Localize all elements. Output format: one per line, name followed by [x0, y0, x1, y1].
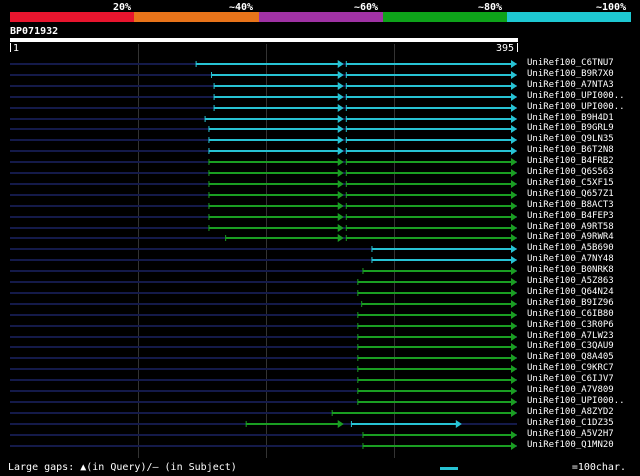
hit-label[interactable]: UniRef100_A8ZYD2 — [527, 407, 639, 417]
hit-segment[interactable] — [350, 420, 462, 428]
hit-label[interactable]: UniRef100_A5B690 — [527, 243, 639, 253]
hit-segment[interactable] — [195, 60, 344, 68]
hit-label[interactable]: UniRef100_Q657Z1 — [527, 189, 639, 199]
hit-label[interactable]: UniRef100_UPI000.. — [527, 396, 639, 406]
hit-segment[interactable] — [208, 180, 344, 188]
hit-segment[interactable] — [208, 136, 344, 144]
gap-legend: Large gaps: ▲(in Query)/– (in Subject) — [8, 462, 237, 473]
hit-segment[interactable] — [345, 224, 517, 232]
hit-segment[interactable] — [345, 93, 517, 101]
hit-segment[interactable] — [211, 71, 344, 79]
hit-label[interactable]: UniRef100_C6TNU7 — [527, 58, 639, 68]
hit-segment[interactable] — [208, 125, 344, 133]
hit-label[interactable]: UniRef100_B4FRB2 — [527, 156, 639, 166]
hit-segment[interactable] — [208, 202, 344, 210]
hit-label[interactable]: UniRef100_A7NY48 — [527, 254, 639, 264]
hit-label[interactable]: UniRef100_C1DZ35 — [527, 418, 639, 428]
scale-legend-line — [440, 467, 458, 470]
hit-segment[interactable] — [357, 278, 517, 286]
hit-segment[interactable] — [345, 158, 517, 166]
hit-label[interactable]: UniRef100_A9RT58 — [527, 222, 639, 232]
hit-label[interactable]: UniRef100_C5XF15 — [527, 178, 639, 188]
hit-label[interactable]: UniRef100_A9RWR4 — [527, 232, 639, 242]
hit-label[interactable]: UniRef100_A7NTA3 — [527, 80, 639, 90]
hit-segment[interactable] — [357, 354, 517, 362]
hit-label[interactable]: UniRef100_A5V2H7 — [527, 429, 639, 439]
hit-label[interactable]: UniRef100_B9IZ96 — [527, 298, 639, 308]
hit-segment[interactable] — [345, 71, 517, 79]
hit-segment[interactable] — [345, 136, 517, 144]
hit-segment[interactable] — [213, 104, 344, 112]
hit-label[interactable]: UniRef100_B0NRK8 — [527, 265, 639, 275]
hit-segment[interactable] — [208, 147, 344, 155]
hit-label[interactable]: UniRef100_Q8A405 — [527, 352, 639, 362]
hit-segment[interactable] — [345, 202, 517, 210]
hit-segment[interactable] — [345, 82, 517, 90]
hit-label[interactable]: UniRef100_B8ACT3 — [527, 200, 639, 210]
hit-label[interactable]: UniRef100_Q1MN20 — [527, 440, 639, 450]
hit-segment[interactable] — [371, 245, 517, 253]
hit-segment[interactable] — [345, 234, 517, 242]
hit-label[interactable]: UniRef100_UPI000.. — [527, 102, 639, 112]
hit-segment[interactable] — [357, 333, 517, 341]
hit-segment[interactable] — [345, 213, 517, 221]
hit-segment[interactable] — [345, 169, 517, 177]
hit-label[interactable]: UniRef100_Q64N24 — [527, 287, 639, 297]
hit-label[interactable]: UniRef100_B9H4D1 — [527, 113, 639, 123]
hit-segment[interactable] — [362, 442, 517, 450]
hit-segment[interactable] — [345, 115, 517, 123]
hit-segment[interactable] — [371, 256, 517, 264]
hit-segment[interactable] — [345, 180, 517, 188]
hit-segment[interactable] — [345, 125, 517, 133]
hit-segment[interactable] — [357, 289, 517, 297]
hit-segment[interactable] — [208, 169, 344, 177]
hit-segment[interactable] — [213, 82, 344, 90]
hit-segment[interactable] — [345, 60, 517, 68]
hit-segment[interactable] — [357, 322, 517, 330]
hit-label[interactable]: UniRef100_B4FEP3 — [527, 211, 639, 221]
hit-segment[interactable] — [362, 431, 517, 439]
hit-segment[interactable] — [357, 387, 517, 395]
hit-label[interactable]: UniRef100_A7V809 — [527, 385, 639, 395]
hit-label[interactable]: UniRef100_A5Z863 — [527, 276, 639, 286]
hit-label[interactable]: UniRef100_Q9LN35 — [527, 134, 639, 144]
hit-segment[interactable] — [208, 191, 344, 199]
hit-segment[interactable] — [208, 158, 344, 166]
hit-label[interactable]: UniRef100_C3R0P6 — [527, 320, 639, 330]
hit-segment[interactable] — [225, 234, 344, 242]
hit-label[interactable]: UniRef100_C9KRC7 — [527, 363, 639, 373]
hit-segment[interactable] — [345, 191, 517, 199]
hit-label[interactable]: UniRef100_Q6S563 — [527, 167, 639, 177]
hit-segment[interactable] — [204, 115, 344, 123]
hit-segment[interactable] — [213, 93, 344, 101]
hit-label[interactable]: UniRef100_C6IB80 — [527, 309, 639, 319]
hit-segment[interactable] — [331, 409, 517, 417]
hit-segment[interactable] — [208, 224, 344, 232]
hit-label[interactable]: UniRef100_B6T2N8 — [527, 145, 639, 155]
hit-segment[interactable] — [357, 365, 517, 373]
hit-label[interactable]: UniRef100_C3QAU9 — [527, 341, 639, 351]
hit-label[interactable]: UniRef100_A7LW23 — [527, 331, 639, 341]
hit-label[interactable]: UniRef100_B9R7X0 — [527, 69, 639, 79]
hit-segment[interactable] — [361, 300, 517, 308]
hit-segment[interactable] — [357, 343, 517, 351]
hit-label[interactable]: UniRef100_UPI000.. — [527, 91, 639, 101]
hit-label[interactable]: UniRef100_B9GRL9 — [527, 123, 639, 133]
hit-segment[interactable] — [357, 376, 517, 384]
hit-segment[interactable] — [357, 311, 517, 319]
hit-segment[interactable] — [345, 104, 517, 112]
hit-segment[interactable] — [362, 267, 517, 275]
hit-segment[interactable] — [208, 213, 344, 221]
hit-segment[interactable] — [345, 147, 517, 155]
hit-segment[interactable] — [245, 420, 344, 428]
hit-segment[interactable] — [357, 398, 517, 406]
scale-legend-text: =100char. — [571, 462, 626, 473]
hit-label[interactable]: UniRef100_C6IJV7 — [527, 374, 639, 384]
